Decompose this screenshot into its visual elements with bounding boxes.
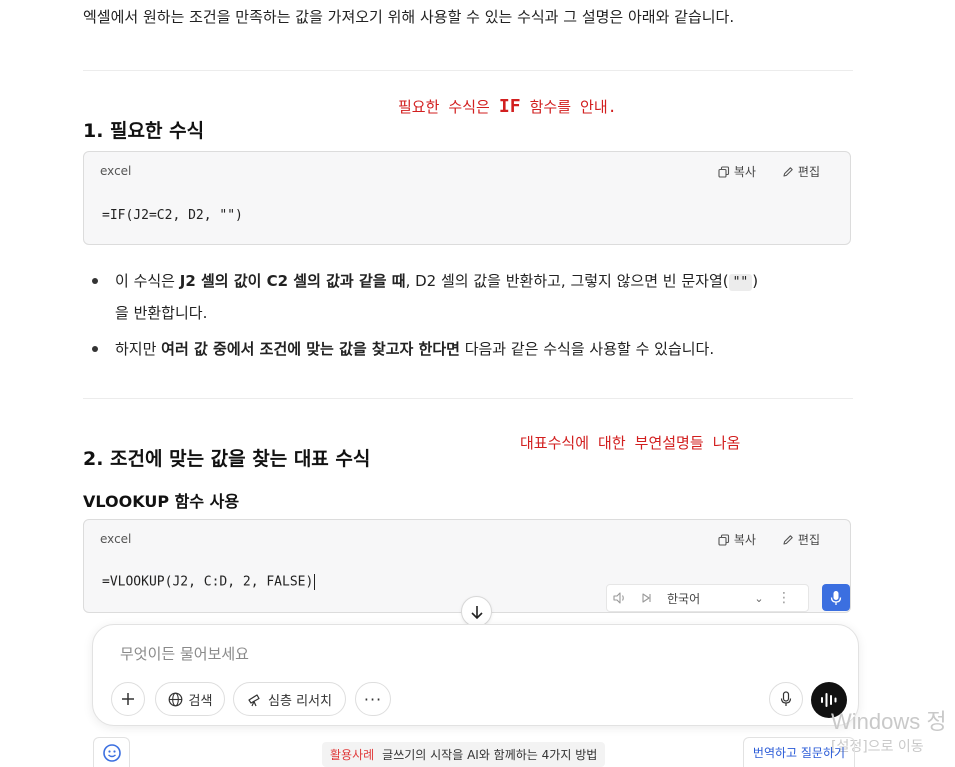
copy-button[interactable]: 복사 [718, 531, 756, 548]
divider [83, 70, 853, 71]
voice-input-button[interactable] [822, 584, 850, 611]
section1-heading: 1. 필요한 수식 [83, 120, 205, 142]
inline-code: "" [728, 274, 753, 291]
text-caret [314, 574, 316, 590]
voice-toolbar: 한국어 ⌄ ⋮ [606, 584, 809, 612]
bullet-bold: 여러 값 중에서 조건에 맞는 값을 찾고자 한다면 [161, 340, 460, 358]
annotation-if-pre: 필요한 수식은 [398, 98, 499, 116]
code-lang-label: excel [100, 532, 132, 546]
pencil-icon [783, 534, 793, 545]
copy-button[interactable]: 복사 [718, 163, 756, 180]
prompt-input[interactable]: 무엇이든 물어보세요 [120, 643, 249, 664]
arrow-down-icon [470, 605, 483, 619]
copy-icon [718, 533, 729, 546]
speaker-button[interactable] [607, 592, 633, 604]
edit-button[interactable]: 편집 [782, 531, 820, 548]
dictation-button[interactable] [769, 682, 803, 716]
play-icon [642, 593, 651, 603]
edit-label: 편집 [797, 533, 820, 547]
section2-subheading: VLOOKUP 함수 사용 [83, 492, 240, 511]
globe-icon [168, 692, 182, 706]
bullet-bold: J2 셀의 값이 C2 셀의 값과 같을 때 [179, 272, 406, 290]
list-item: 하지만 여러 값 중에서 조건에 맞는 값을 찾고자 한다면 다음과 같은 수식… [90, 334, 850, 364]
more-vertical-icon[interactable]: ⋮ [769, 590, 799, 606]
more-options-button[interactable]: ··· [355, 682, 391, 716]
annotation-if-post: 함수를 안내. [520, 98, 617, 116]
play-button[interactable] [633, 592, 659, 604]
bullet-text: , D2 셀의 값을 반환하고, 그렇지 않으면 빈 문자열( [405, 272, 729, 290]
copy-label: 복사 [733, 533, 756, 547]
edit-label: 편집 [797, 165, 820, 179]
bullet-dot [92, 346, 98, 352]
list-item: 이 수식은 J2 셀의 값이 C2 셀의 값과 같을 때, D2 셀의 값을 반… [90, 266, 850, 328]
search-label: 검색 [188, 693, 213, 709]
telescope-icon [248, 693, 260, 706]
edit-button[interactable]: 편집 [782, 163, 820, 180]
copy-label: 복사 [733, 165, 756, 179]
code-text-line[interactable]: =VLOOKUP(J2, C:D, 2, FALSE) [102, 574, 316, 590]
deep-research-label: 심층 리서치 [268, 693, 332, 709]
promo-text: 글쓰기의 시작을 AI와 함께하는 4가지 방법 [382, 748, 598, 762]
scroll-to-bottom-button[interactable] [461, 596, 492, 627]
promo-banner[interactable]: 활용사례 글쓰기의 시작을 AI와 함께하는 4가지 방법 [322, 742, 606, 767]
section2-heading: 2. 조건에 맞는 값을 찾는 대표 수식 [83, 448, 371, 470]
chat-composer: 무엇이든 물어보세요 검색 심층 리서치 ··· [92, 624, 859, 726]
bullet-text: ) [752, 272, 759, 290]
assistant-button[interactable] [93, 737, 130, 767]
language-select[interactable]: 한국어 [667, 590, 749, 607]
bullet-text: 하지만 [115, 340, 162, 358]
bullet-text: 다음과 같은 수식을 사용할 수 있습니다. [459, 340, 715, 358]
smiley-bot-icon [102, 743, 121, 762]
plus-icon [122, 693, 134, 705]
code-text: =IF(J2=C2, D2, "") [102, 208, 243, 223]
bullet-list: 이 수식은 J2 셀의 값이 C2 셀의 값과 같을 때, D2 셀의 값을 반… [90, 266, 850, 370]
deep-research-button[interactable]: 심층 리서치 [233, 682, 346, 716]
code-block-if: excel 복사 편집 =IF(J2=C2, D2, "") [83, 151, 851, 245]
code-text: =VLOOKUP(J2, C:D, 2, FALSE) [102, 574, 314, 590]
microphone-icon [780, 691, 792, 706]
search-button[interactable]: 검색 [155, 682, 225, 716]
promo-tag: 활용사례 [330, 748, 375, 762]
microphone-icon [830, 590, 842, 605]
code-lang-label: excel [100, 164, 132, 178]
copy-icon [718, 165, 729, 178]
annotation-if: 필요한 수식은 IF 함수를 안내. [398, 96, 617, 117]
bullet-text: 을 반환합니다. [115, 304, 208, 322]
windows-activation-watermark: Windows 정 [831, 709, 947, 734]
translate-and-ask-button[interactable]: 번역하고 질문하기 [743, 737, 855, 767]
divider [83, 398, 853, 399]
annotation-vlookup: 대표수식에 대한 부연설명들 나옴 [520, 434, 741, 452]
bullet-text: 이 수식은 [115, 272, 180, 290]
speaker-icon [613, 592, 624, 604]
pencil-icon [783, 166, 793, 177]
chevron-down-icon[interactable]: ⌄ [749, 592, 769, 605]
annotation-if-em: IF [498, 96, 521, 117]
attach-button[interactable] [111, 682, 145, 716]
intro-text: 엑셀에서 원하는 조건을 만족하는 값을 가져오기 위해 사용할 수 있는 수식… [83, 8, 735, 26]
bullet-dot [92, 278, 98, 284]
